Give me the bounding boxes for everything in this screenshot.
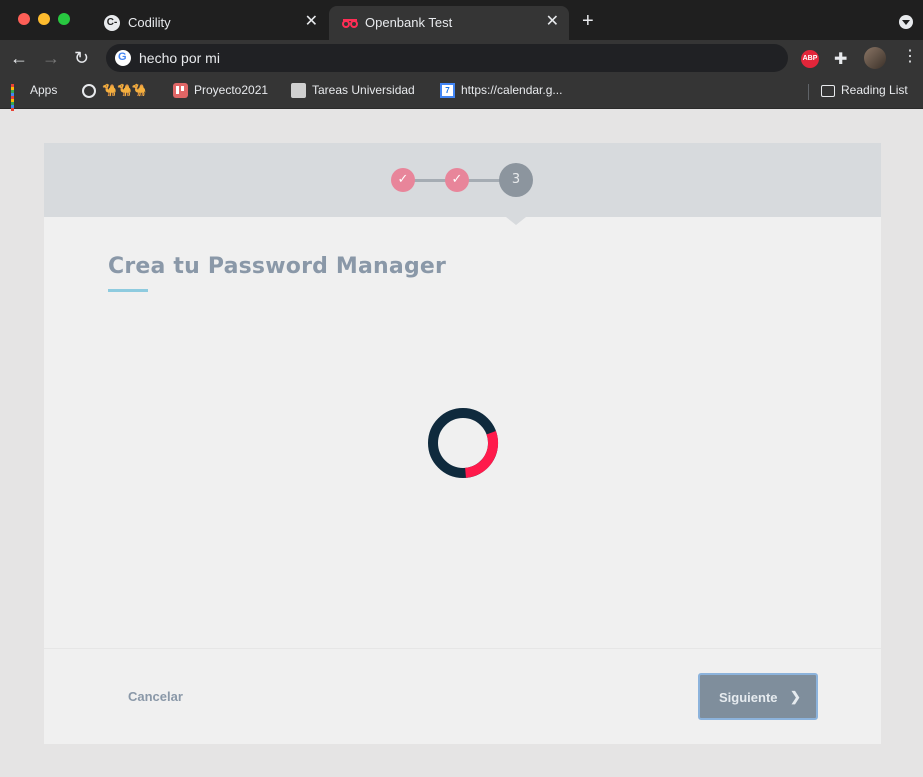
page-title: Crea tu Password Manager <box>108 254 447 279</box>
trello-icon <box>173 83 188 99</box>
bookmark-calendar[interactable]: 7 https://calendar.g... <box>440 83 562 101</box>
close-window-button[interactable] <box>18 13 30 25</box>
bookmark-label: https://calendar.g... <box>461 83 563 97</box>
openbank-icon <box>341 15 358 31</box>
bookmark-proyecto2021[interactable]: Proyecto2021 <box>173 83 268 101</box>
reload-icon[interactable]: ↻ <box>74 46 89 70</box>
address-bar[interactable]: hecho por mi <box>106 44 788 72</box>
step-connector <box>468 179 500 182</box>
profile-avatar[interactable] <box>864 47 886 69</box>
minimize-window-button[interactable] <box>38 13 50 25</box>
new-tab-button[interactable]: + <box>582 11 594 31</box>
browser-menu-icon[interactable]: ⋮ <box>902 49 918 65</box>
next-button[interactable]: Siguiente ❯ <box>698 673 818 720</box>
address-text[interactable]: hecho por mi <box>139 50 220 66</box>
reading-list-icon <box>821 84 835 97</box>
browser-tab-bar: C- Codility ✕ Openbank Test ✕ + <box>0 0 923 40</box>
tab-codility[interactable]: C- Codility ✕ <box>92 6 328 40</box>
close-tab-icon[interactable]: ✕ <box>546 13 559 31</box>
tab-title: Openbank Test <box>365 15 453 30</box>
next-button-label: Siguiente <box>719 690 778 705</box>
tab-search-icon[interactable] <box>899 15 913 29</box>
document-icon <box>291 83 306 99</box>
google-icon <box>115 50 131 66</box>
tab-openbank[interactable]: Openbank Test ✕ <box>329 6 569 40</box>
step-connector <box>414 179 446 182</box>
cancel-button[interactable]: Cancelar <box>128 689 183 704</box>
wizard-card: ✓ ✓ 3 Crea tu Password Manager Cancelar … <box>44 143 881 744</box>
bookmark-apps[interactable]: Apps <box>11 83 58 112</box>
maximize-window-button[interactable] <box>58 13 70 25</box>
apps-grid-icon <box>11 84 24 112</box>
codility-icon: C- <box>104 15 120 31</box>
tab-title: Codility <box>128 15 171 30</box>
step-2-done: ✓ <box>445 168 469 192</box>
step-3-current: 3 <box>499 163 533 197</box>
title-underline <box>108 289 148 292</box>
browser-toolbar: ← → ↻ hecho por mi ABP ✚ ⋮ <box>0 40 923 76</box>
extensions-puzzle-icon[interactable]: ✚ <box>834 49 847 69</box>
calendar-icon: 7 <box>440 83 455 99</box>
close-tab-icon[interactable]: ✕ <box>305 13 318 31</box>
adblock-extension-icon[interactable]: ABP <box>801 50 819 68</box>
bookmark-camels[interactable]: 🐪🐪🐪 <box>82 83 147 101</box>
bookmarks-bar: Apps 🐪🐪🐪 Proyecto2021 Tareas Universidad… <box>0 76 923 112</box>
step-1-done: ✓ <box>391 168 415 192</box>
bookmark-label: 🐪🐪🐪 <box>102 83 147 97</box>
bookmark-label: Tareas Universidad <box>312 83 415 97</box>
forward-arrow-icon[interactable]: → <box>42 46 60 70</box>
bookmarks-divider <box>808 84 809 100</box>
reading-list-button[interactable]: Reading List <box>821 83 908 101</box>
bookmark-tareas-universidad[interactable]: Tareas Universidad <box>291 83 415 101</box>
back-arrow-icon[interactable]: ← <box>10 46 28 70</box>
step-pointer <box>506 217 526 225</box>
chevron-right-icon: ❯ <box>790 689 801 704</box>
globe-icon <box>82 83 96 98</box>
footer-divider <box>44 648 881 649</box>
bookmark-label: Apps <box>30 83 58 97</box>
bookmark-label: Proyecto2021 <box>194 83 269 97</box>
loading-spinner-icon <box>428 408 498 478</box>
reading-list-label: Reading List <box>841 83 908 97</box>
stepper-bar: ✓ ✓ 3 <box>44 143 881 217</box>
